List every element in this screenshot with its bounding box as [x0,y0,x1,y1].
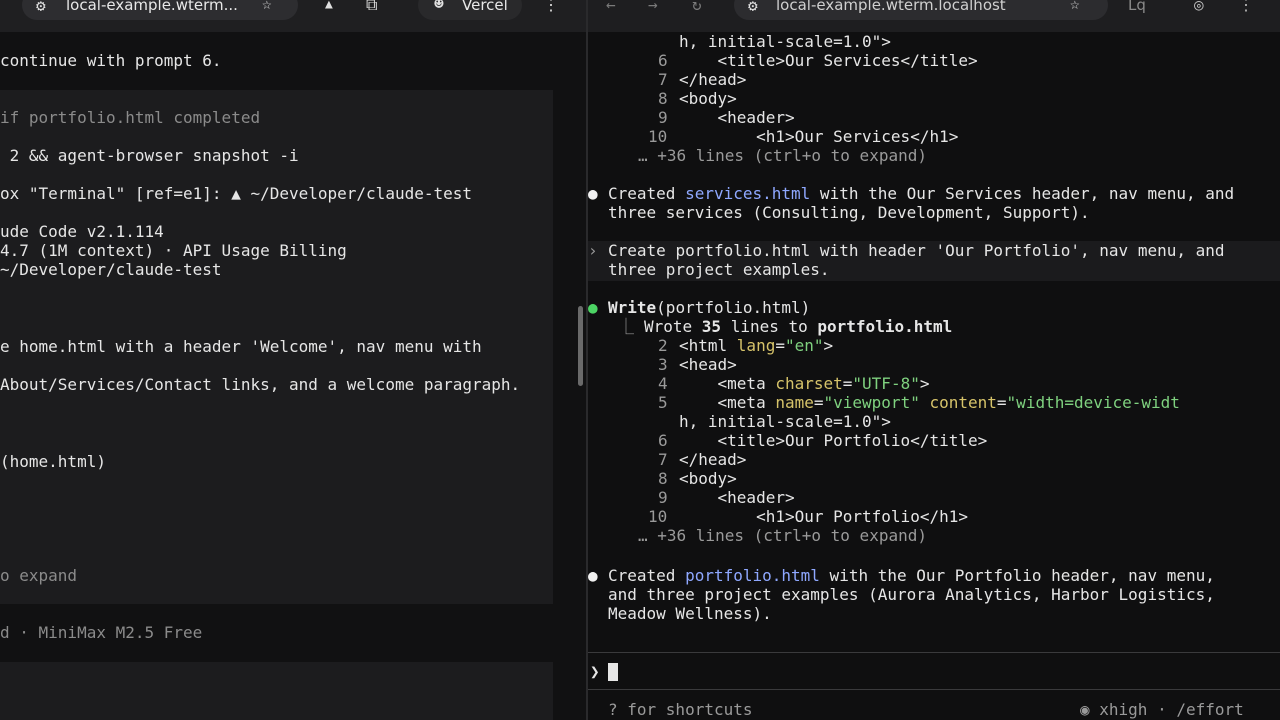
code-line-number: 8 [658,469,668,488]
input-prompt-icon: ❯ [590,662,600,681]
assistant-message-cont: and three project examples (Aurora Analy… [608,585,1215,604]
terminal-line: 4.7 (1M context) · API Usage Billing [0,241,347,260]
code-line-number: 10 [648,127,668,146]
code-line-number: 9 [658,108,668,127]
terminal-line: if portfolio.html completed [0,108,261,127]
code-line: h, initial-scale=1.0"> [679,32,891,51]
terminal-line: About/Services/Contact links, and a welc… [0,375,521,394]
terminal-status-block [0,662,553,720]
code-line-number: 6 [658,51,668,70]
terminal-line: ~/Developer/claude-test [0,260,222,279]
assistant-message-cont: Meadow Wellness). [608,604,772,623]
upload-arrow-icon[interactable]: ▲ [325,0,333,11]
user-prompt-cont: three project examples. [608,260,830,279]
tool-status-bullet-icon: ● [588,298,598,317]
assistant-message: Created services.html with the Our Servi… [608,184,1235,203]
left-tab-title: local-example.wterm... [66,0,238,14]
terminal-line: ude Code v2.1.114 [0,222,164,241]
left-browser-toolbar: ⚙ local-example.wterm... ☆ ▲ ⧉ ☻ Vercel … [0,0,588,32]
prompt-input-box[interactable] [588,652,1280,690]
assistant-message: Created portfolio.html with the Our Port… [608,566,1215,585]
message-bullet-icon: ● [588,184,598,203]
code-line: <body> [679,469,737,488]
code-line: </head> [679,70,747,89]
user-prompt: Create portfolio.html with header 'Our P… [608,241,1225,260]
terminal-line: (home.html) [0,452,106,471]
code-line: <title>Our Services</title> [679,51,978,70]
reload-icon[interactable]: ↻ [692,0,702,13]
bookmark-star-icon[interactable]: ☆ [1070,0,1080,12]
left-browser-window: ⚙ local-example.wterm... ☆ ▲ ⧉ ☻ Vercel … [0,0,588,720]
right-browser-window: ← → ↻ ⚙ local-example.wterm.localhost ☆ … [588,0,1280,720]
code-line-number: 6 [658,431,668,450]
right-browser-toolbar: ← → ↻ ⚙ local-example.wterm.localhost ☆ … [588,0,1280,32]
code-line: <h1>Our Portfolio</h1> [679,507,968,526]
code-line: <header> [679,108,795,127]
code-line: <meta name="viewport" content="width=dev… [679,393,1180,412]
file-link[interactable]: services.html [685,184,810,203]
code-line: <meta charset="UTF-8"> [679,374,930,393]
tree-branch-icon: ⎿ [618,317,635,336]
code-line-number: 9 [658,488,668,507]
code-line-number: 3 [658,355,668,374]
tool-result: Wrote 35 lines to portfolio.html [644,317,953,336]
back-arrow-icon[interactable]: ← [606,0,616,13]
assistant-message-cont: three services (Consulting, Development,… [608,203,1090,222]
code-line: </head> [679,450,747,469]
left-terminal[interactable]: continue with prompt 6. if portfolio.htm… [0,32,588,720]
code-line: <body> [679,89,737,108]
translate-icon[interactable]: Lq [1128,0,1146,14]
code-line: <head> [679,355,737,374]
address-bar-url: local-example.wterm.localhost [776,0,1006,14]
code-line: <title>Our Portfolio</title> [679,431,988,450]
message-bullet-icon: ● [588,566,598,585]
terminal-line: d · MiniMax M2.5 Free [0,623,203,642]
site-settings-icon[interactable]: ⚙ [36,0,46,14]
code-line-number: 10 [648,507,668,526]
code-line-number: 8 [658,89,668,108]
file-link[interactable]: portfolio.html [685,566,820,585]
code-line-wrap: h, initial-scale=1.0"> [679,412,891,431]
terminal-line: continue with prompt 6. [0,51,222,70]
account-icon[interactable]: ◎ [1194,0,1204,13]
terminal-line: 2 && agent-browser snapshot -i [0,146,299,165]
code-line: <header> [679,488,795,507]
left-scrollbar-thumb[interactable] [578,306,583,386]
profile-label: Vercel [462,0,508,14]
prompt-chevron-icon: › [588,241,598,260]
terminal-line: ox "Terminal" [ref=e1]: ▲ ~/Developer/cl… [0,184,473,203]
code-line-number: 7 [658,450,668,469]
code-line-number: 2 [658,336,668,355]
effort-indicator[interactable]: ◉ xhigh · /effort [1080,700,1244,719]
bookmark-star-icon[interactable]: ☆ [262,0,272,12]
more-menu-icon[interactable]: ⋮ [1238,0,1254,13]
forward-arrow-icon[interactable]: → [648,0,658,13]
code-line: <html lang="en"> [679,336,834,355]
right-terminal[interactable]: h, initial-scale=1.0"> 6 <title>Our Serv… [588,32,1280,720]
code-line-number: 7 [658,70,668,89]
expand-hint[interactable]: … +36 lines (ctrl+o to expand) [638,146,927,165]
profile-avatar-icon: ☻ [434,0,444,13]
expand-hint[interactable]: … +36 lines (ctrl+o to expand) [638,526,927,545]
tool-call-header: Write(portfolio.html) [608,298,811,317]
text-cursor [608,663,618,681]
site-settings-icon[interactable]: ⚙ [748,0,758,14]
more-menu-icon[interactable]: ⋮ [543,0,559,13]
shortcuts-hint: ? for shortcuts [608,700,753,719]
terminal-line: o expand [0,566,78,585]
terminal-line: e home.html with a header 'Welcome', nav… [0,337,482,356]
code-line: <h1>Our Services</h1> [679,127,959,146]
code-line-number: 4 [658,374,668,393]
extensions-icon[interactable]: ⧉ [366,0,377,13]
code-line-number: 5 [658,393,668,412]
